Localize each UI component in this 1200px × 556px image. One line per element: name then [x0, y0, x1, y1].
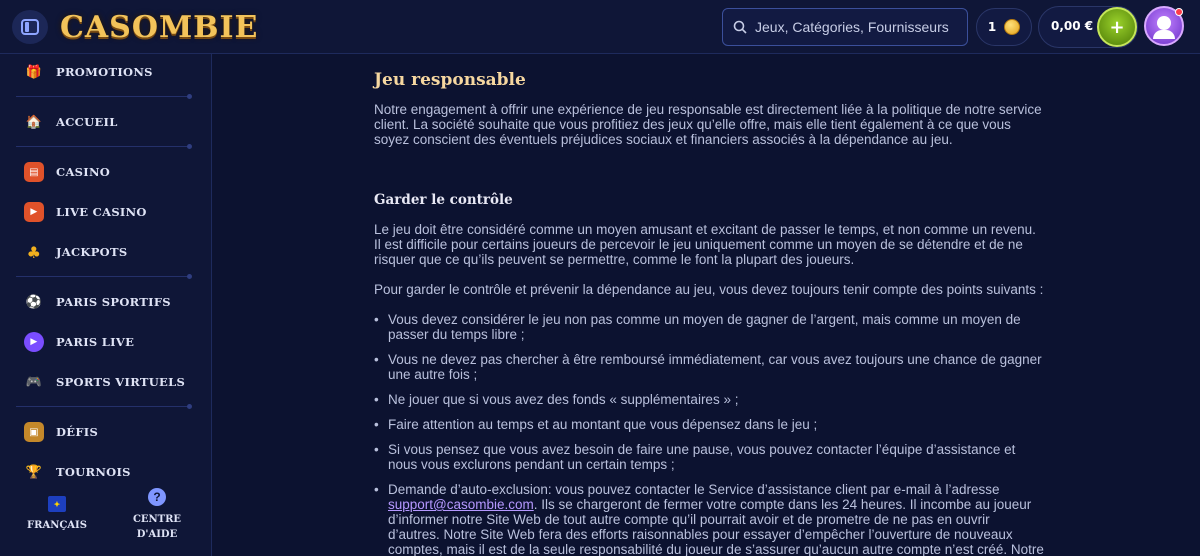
sidebar-item-accueil[interactable]: 🏠 ACCUEIL: [24, 110, 118, 134]
main-content: Jeu responsable Notre engagement à offri…: [212, 54, 1200, 556]
help-label-line-1: CENTRE: [132, 514, 182, 525]
sidebar-item-label: JACKPOTS: [56, 245, 128, 259]
live-play-icon: ▶: [24, 332, 44, 352]
sidebar-divider: [16, 94, 192, 99]
chest-icon: ▣: [24, 422, 44, 442]
sidebar-toggle-icon: [21, 19, 39, 35]
sidebar-item-sports-virtuels[interactable]: 🎮 SPORTS VIRTUELS: [24, 370, 185, 394]
sidebar-item-jackpots[interactable]: ♣ JACKPOTS: [24, 240, 127, 264]
sidebar-item-live-casino[interactable]: ▶ LIVE CASINO: [24, 200, 147, 224]
deposit-plus-icon: +: [1109, 16, 1125, 38]
home-icon: 🏠: [25, 114, 43, 130]
balance-widget[interactable]: 0,00 € +: [1038, 6, 1138, 48]
help-label: CENTRE D'AIDE: [133, 512, 181, 542]
sidebar: 🎁 PROMOTIONS 🏠 ACCUEIL ▤ CASINO ▶ LIVE C…: [0, 54, 212, 556]
list-item: Demande d’auto-exclusion: vous pouvez co…: [374, 482, 1044, 556]
list-item: Si vous pensez que vous avez besoin de f…: [374, 442, 1044, 472]
coins-count: 1: [987, 20, 997, 34]
search-icon: [733, 20, 747, 34]
sidebar-divider: [16, 144, 192, 149]
paragraph-2: Pour garder le contrôle et prévenir la d…: [374, 282, 1044, 297]
section-title: Garder le contrôle: [374, 192, 513, 208]
sidebar-item-label: LIVE CASINO: [56, 205, 147, 219]
eu-flag-icon: ✦: [48, 496, 66, 512]
sidebar-item-defis[interactable]: ▣ DÉFIS: [24, 420, 98, 444]
list-item: Faire attention au temps et au montant q…: [374, 417, 1044, 432]
ball-icon: ⚽: [25, 294, 43, 310]
sidebar-item-tournois[interactable]: 🏆 TOURNOIS: [24, 460, 131, 484]
sidebar-item-promotions[interactable]: 🎁 PROMOTIONS: [24, 60, 153, 84]
sidebar-item-paris-sportifs[interactable]: ⚽ PARIS SPORTIFS: [24, 290, 171, 314]
sidebar-item-label: ACCUEIL: [56, 115, 118, 129]
responsible-gaming-article: Jeu responsable Notre engagement à offri…: [374, 68, 1044, 556]
language-label: FRANÇAIS: [27, 520, 87, 531]
sidebar-divider: [16, 274, 192, 279]
coins-counter[interactable]: 1: [976, 8, 1032, 46]
language-selector[interactable]: ✦ FRANÇAIS: [27, 496, 87, 533]
intro-paragraph: Notre engagement à offrir une expérience…: [374, 102, 1042, 147]
list-item: Vous devez considérer le jeu non pas com…: [374, 312, 1044, 342]
notification-dot: [1175, 8, 1183, 16]
support-email-link[interactable]: support@casombie.com: [388, 497, 534, 512]
deposit-button[interactable]: +: [1097, 7, 1137, 47]
help-center-link[interactable]: ? CENTRE D'AIDE: [128, 488, 186, 542]
clover-icon: ♣: [26, 242, 42, 262]
sidebar-item-label: PARIS SPORTIFS: [56, 295, 171, 309]
sidebar-item-label: PROMOTIONS: [56, 65, 153, 79]
user-avatar-button[interactable]: [1144, 6, 1184, 46]
help-label-line-2: D'AIDE: [136, 529, 178, 540]
paragraph-1: Le jeu doit être considéré comme un moye…: [374, 222, 1036, 267]
list-item: Vous ne devez pas chercher à être rembou…: [374, 352, 1044, 382]
user-icon: [1153, 16, 1175, 39]
casombie-logo[interactable]: CASOMBIE: [60, 8, 258, 46]
sidebar-item-paris-live[interactable]: ▶ PARIS LIVE: [24, 330, 134, 354]
gamepad-icon: 🎮: [25, 374, 43, 390]
sidebar-item-label: TOURNOIS: [56, 465, 131, 479]
tips-list: Vous devez considérer le jeu non pas com…: [374, 312, 1044, 556]
sidebar-item-label: SPORTS VIRTUELS: [56, 375, 186, 389]
self-exclusion-text-start: Demande d’auto-exclusion: vous pouvez co…: [388, 482, 1000, 497]
cards-icon: ▤: [24, 162, 44, 182]
coin-icon: [1004, 19, 1021, 35]
sidebar-item-casino[interactable]: ▤ CASINO: [24, 160, 110, 184]
sidebar-toggle-button[interactable]: [12, 10, 48, 44]
gift-icon: 🎁: [25, 64, 43, 80]
live-icon: ▶: [24, 202, 44, 222]
help-icon: ?: [148, 488, 166, 506]
list-item: Ne jouer que si vous avez des fonds « su…: [374, 392, 1044, 407]
trophy-icon: 🏆: [25, 464, 43, 480]
sidebar-item-label: DÉFIS: [56, 425, 99, 439]
sidebar-divider: [16, 404, 192, 409]
balance-amount: 0,00 €: [1051, 19, 1094, 33]
sidebar-item-label: CASINO: [56, 165, 111, 179]
page-title: Jeu responsable: [374, 70, 526, 90]
search-box[interactable]: [722, 8, 968, 46]
search-input[interactable]: [755, 19, 955, 35]
sidebar-item-label: PARIS LIVE: [56, 335, 135, 349]
top-bar: CASOMBIE 1 0,00 € +: [0, 0, 1200, 54]
